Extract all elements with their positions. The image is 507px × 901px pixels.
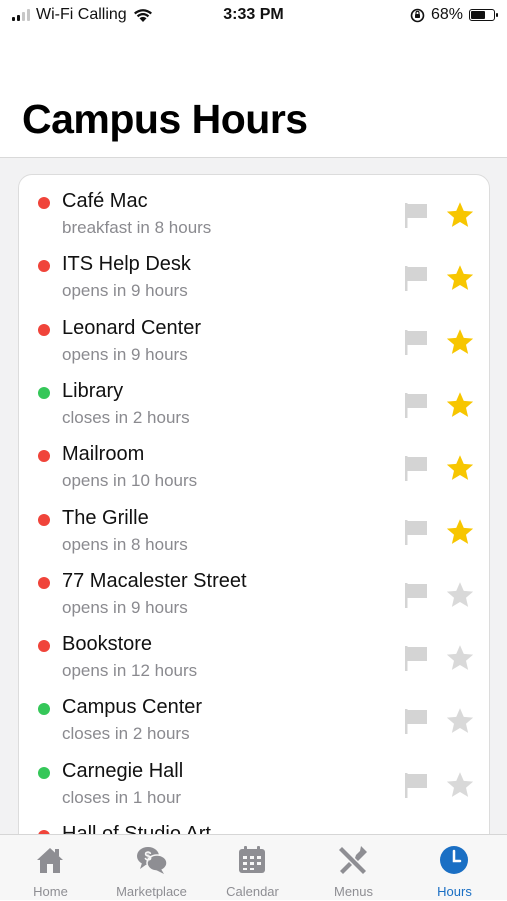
page-title: Campus Hours (22, 96, 308, 142)
location-name: Bookstore (62, 633, 153, 656)
flag-icon[interactable] (403, 328, 429, 356)
tab-menus-label: Menus (333, 884, 374, 899)
flag-icon[interactable] (403, 707, 429, 735)
star-filled-icon[interactable] (445, 263, 475, 293)
flag-icon[interactable] (403, 264, 429, 292)
location-status: opens in 9 hours (62, 597, 188, 617)
list-item[interactable]: The Grille opens in 8 hours (19, 492, 489, 555)
list-item[interactable]: Leonard Center opens in 9 hours (19, 302, 489, 365)
list-item[interactable]: Campus Center closes in 2 hours (19, 681, 489, 744)
star-filled-icon[interactable] (445, 200, 475, 230)
flag-icon[interactable] (403, 391, 429, 419)
tab-bar: Home $ Marketplace Calendar Menus Hours (0, 834, 507, 900)
marketplace-icon: $ (137, 847, 168, 874)
list-item[interactable]: Carnegie Hall closes in 1 hour (19, 745, 489, 808)
star-outline-icon[interactable] (445, 643, 475, 673)
list-item[interactable]: Bookstore opens in 12 hours (19, 618, 489, 681)
list-item[interactable]: Mailroom opens in 10 hours (19, 428, 489, 491)
list-item[interactable]: ITS Help Desk opens in 9 hours (19, 238, 489, 301)
closed-status-dot (38, 576, 50, 589)
location-name: 77 Macalester Street (62, 569, 247, 592)
location-status: closes in 2 hours (62, 407, 190, 427)
location-name: Campus Center (62, 696, 203, 719)
location-name: Library (62, 379, 124, 402)
home-icon (37, 848, 63, 873)
closed-status-dot (38, 513, 50, 526)
star-outline-icon[interactable] (445, 706, 475, 736)
location-name: Carnegie Hall (62, 759, 184, 782)
closed-status-dot (38, 197, 50, 209)
tab-calendar-label: Calendar (226, 884, 279, 899)
open-status-dot (38, 386, 50, 399)
location-status: opens in 9 hours (62, 281, 188, 301)
tab-hours-label: Hours (437, 884, 472, 899)
location-name: Mailroom (62, 443, 145, 466)
location-name: Leonard Center (62, 316, 201, 339)
location-name: Café Mac (62, 190, 148, 212)
location-name: The Grille (62, 506, 149, 529)
star-filled-icon[interactable] (445, 517, 475, 547)
flag-icon[interactable] (403, 454, 429, 482)
tab-home-label: Home (33, 884, 68, 899)
location-status: opens in 9 hours (62, 344, 188, 364)
clock-icon (440, 846, 468, 874)
tab-marketplace[interactable]: $ Marketplace (101, 835, 202, 901)
tab-menus[interactable]: Menus (303, 835, 404, 901)
menus-icon (339, 846, 367, 874)
closed-status-dot (38, 450, 50, 463)
location-status: opens in 10 hours (62, 471, 198, 491)
open-status-dot (38, 766, 50, 779)
location-name: ITS Help Desk (62, 253, 191, 276)
flag-icon[interactable] (403, 201, 429, 229)
star-outline-icon[interactable] (445, 580, 475, 610)
location-status: breakfast in 8 hours (62, 218, 212, 237)
closed-status-dot (38, 640, 50, 653)
star-outline-icon[interactable] (445, 770, 475, 800)
orientation-lock-icon (410, 8, 425, 22)
flag-icon[interactable] (403, 581, 429, 609)
location-status: closes in 2 hours (62, 724, 190, 744)
hours-list[interactable]: Café Mac breakfast in 8 hours ITS Help Des… (18, 174, 490, 854)
list-item[interactable]: Library closes in 2 hours (19, 365, 489, 428)
list-item[interactable]: Café Mac breakfast in 8 hours (19, 175, 489, 238)
tab-hours[interactable]: Hours (404, 835, 505, 901)
battery-icon (469, 9, 498, 21)
tab-calendar[interactable]: Calendar (202, 835, 303, 901)
calendar-icon (239, 846, 265, 873)
battery-percent: 68% (430, 6, 463, 23)
star-filled-icon[interactable] (445, 453, 475, 483)
battery-level (471, 11, 485, 19)
tab-marketplace-label: Marketplace (116, 884, 187, 899)
star-filled-icon[interactable] (445, 390, 475, 420)
status-right: 68% (410, 6, 498, 24)
flag-icon[interactable] (403, 518, 429, 546)
svg-text:$: $ (144, 849, 152, 864)
list-item[interactable]: 77 Macalester Street opens in 9 hours (19, 555, 489, 618)
location-status: opens in 8 hours (62, 534, 188, 554)
flag-icon[interactable] (403, 771, 429, 799)
open-status-dot (38, 703, 50, 716)
tab-home[interactable]: Home (0, 835, 101, 901)
location-status: closes in 1 hour (62, 787, 182, 807)
flag-icon[interactable] (403, 644, 429, 672)
closed-status-dot (38, 323, 50, 336)
star-filled-icon[interactable] (445, 327, 475, 357)
closed-status-dot (38, 260, 50, 273)
location-status: opens in 12 hours (62, 661, 198, 681)
status-bar: Wi-Fi Calling 3:33 PM 68% (0, 0, 507, 32)
